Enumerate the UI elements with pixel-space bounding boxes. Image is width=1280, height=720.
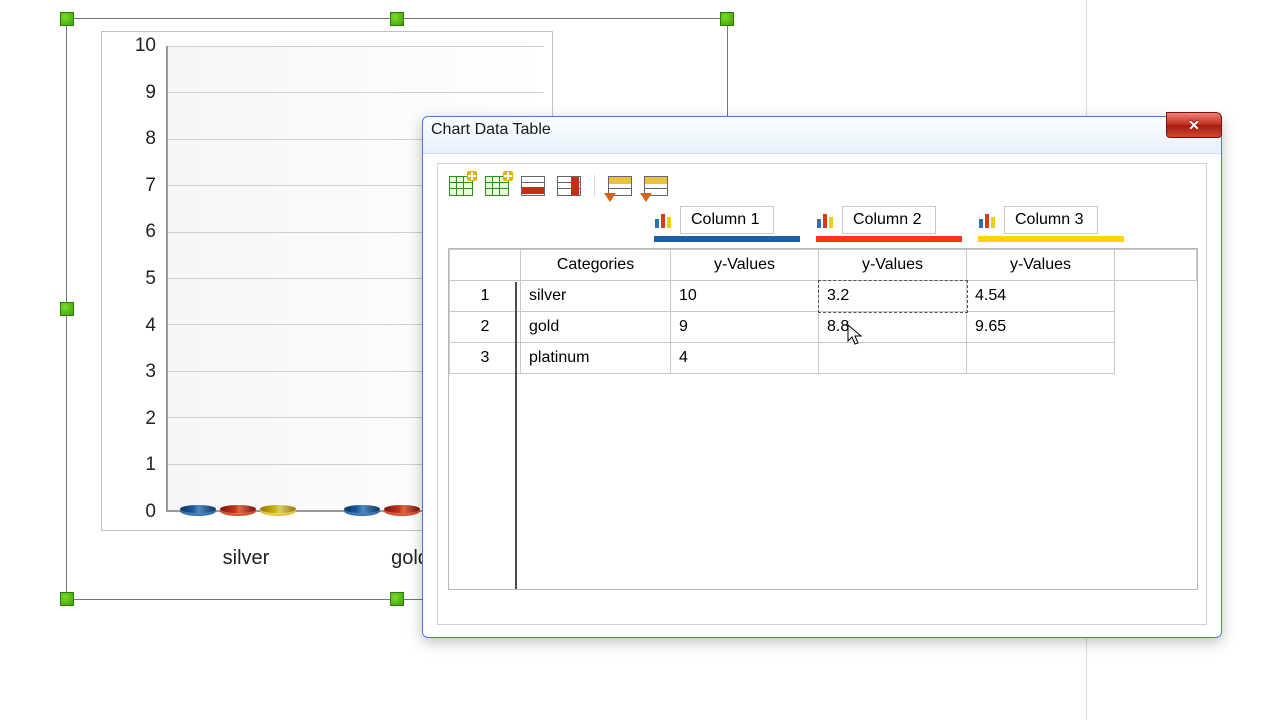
yvalues-header-1[interactable]: y-Values — [671, 250, 819, 281]
move-series-left-button[interactable] — [607, 174, 633, 198]
dialog-toolbar — [438, 164, 1206, 204]
y-tick-7: 7 — [145, 175, 156, 197]
y-tick-0: 0 — [145, 501, 156, 523]
resize-handle-top-mid[interactable] — [390, 12, 404, 26]
series-color-col1 — [654, 236, 800, 242]
yvalues-header-3[interactable]: y-Values — [967, 250, 1115, 281]
cell-category[interactable]: silver — [521, 281, 671, 312]
dialog-titlebar[interactable]: Chart Data Table ✕ — [423, 117, 1221, 154]
y-tick-3: 3 — [145, 361, 156, 383]
y-tick-10: 10 — [135, 35, 156, 57]
categories-header[interactable]: Categories — [521, 250, 671, 281]
row-number-rail — [449, 282, 517, 589]
series-header: Column 1 Column 2 Column 3 — [438, 204, 1206, 242]
y-tick-4: 4 — [145, 315, 156, 337]
series-col2[interactable]: Column 2 — [816, 206, 962, 242]
y-tick-6: 6 — [145, 221, 156, 243]
cell-y3[interactable] — [967, 343, 1115, 374]
yvalues-header-2[interactable]: y-Values — [819, 250, 967, 281]
cell-y3[interactable]: 4.54 — [967, 281, 1115, 312]
dialog-title: Chart Data Table — [431, 121, 551, 138]
table-row[interactable]: 1 silver 10 3.2 4.54 — [450, 281, 1197, 312]
y-axis-ticks: 10 9 8 7 6 5 4 3 2 1 0 — [124, 46, 160, 512]
y-tick-9: 9 — [145, 82, 156, 104]
resize-handle-bottom-mid[interactable] — [390, 592, 404, 606]
cell-y2[interactable]: 8.8 — [819, 312, 967, 343]
y-tick-2: 2 — [145, 408, 156, 430]
insert-column-button[interactable] — [484, 174, 510, 198]
rownum-header — [450, 250, 521, 281]
cell-y3[interactable]: 9.65 — [967, 312, 1115, 343]
bar-chart-icon — [816, 212, 834, 228]
cell-y2-editing[interactable]: 3.2 — [819, 281, 967, 312]
move-series-right-button[interactable] — [643, 174, 669, 198]
cell-y2[interactable] — [819, 343, 967, 374]
delete-column-button[interactable] — [556, 174, 582, 198]
cell-y1[interactable]: 9 — [671, 312, 819, 343]
toolbar-separator — [594, 175, 595, 197]
bar-chart-icon — [654, 212, 672, 228]
data-grid[interactable]: Categories y-Values y-Values y-Values 1 … — [448, 248, 1198, 590]
bar-chart-icon — [978, 212, 996, 228]
series-color-col2 — [816, 236, 962, 242]
cell-category[interactable]: platinum — [521, 343, 671, 374]
resize-handle-top-right[interactable] — [720, 12, 734, 26]
series-col1[interactable]: Column 1 — [654, 206, 800, 242]
dialog-body: Column 1 Column 2 Column 3 — [437, 163, 1207, 625]
close-icon: ✕ — [1188, 117, 1200, 134]
y-tick-5: 5 — [145, 268, 156, 290]
delete-row-button[interactable] — [520, 174, 546, 198]
resize-handle-mid-left[interactable] — [60, 302, 74, 316]
extra-header — [1115, 250, 1197, 281]
y-tick-1: 1 — [145, 454, 156, 476]
x-label-silver: silver — [223, 547, 270, 570]
series-color-col3 — [978, 236, 1124, 242]
insert-row-button[interactable] — [448, 174, 474, 198]
series-name-col3[interactable]: Column 3 — [1004, 206, 1098, 234]
series-name-col2[interactable]: Column 2 — [842, 206, 936, 234]
resize-handle-top-left[interactable] — [60, 12, 74, 26]
cell-y1[interactable]: 10 — [671, 281, 819, 312]
cell-y1[interactable]: 4 — [671, 343, 819, 374]
y-tick-8: 8 — [145, 128, 156, 150]
table-row[interactable]: 3 platinum 4 — [450, 343, 1197, 374]
series-name-col1[interactable]: Column 1 — [680, 206, 774, 234]
header-row: Categories y-Values y-Values y-Values — [450, 250, 1197, 281]
table-row[interactable]: 2 gold 9 8.8 9.65 — [450, 312, 1197, 343]
cell-category[interactable]: gold — [521, 312, 671, 343]
resize-handle-bottom-left[interactable] — [60, 592, 74, 606]
series-col3[interactable]: Column 3 — [978, 206, 1124, 242]
chart-data-table-dialog[interactable]: Chart Data Table ✕ Column 1 — [422, 116, 1222, 638]
close-button[interactable]: ✕ — [1166, 112, 1222, 138]
